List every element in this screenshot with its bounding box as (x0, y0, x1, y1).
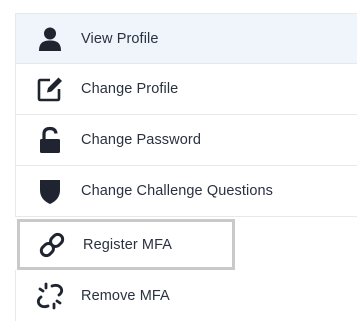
menu-item-change-challenge-questions[interactable]: Change Challenge Questions (15, 166, 357, 217)
menu-item-label: Change Profile (81, 81, 179, 97)
menu-item-label: Register MFA (83, 236, 173, 253)
menu-item-change-password[interactable]: Change Password (15, 115, 357, 166)
menu-item-change-profile[interactable]: Change Profile (15, 64, 357, 115)
edit-icon (36, 75, 64, 103)
menu-item-remove-mfa[interactable]: Remove MFA (15, 270, 357, 321)
menu-item-register-mfa[interactable]: Register MFA (17, 219, 235, 270)
link-icon (38, 231, 66, 259)
unlock-icon (36, 126, 64, 154)
menu-item-label: Change Password (81, 132, 201, 148)
menu-item-label: View Profile (81, 30, 159, 47)
menu-item-label: Remove MFA (81, 287, 170, 304)
menu-item-label: Change Challenge Questions (81, 183, 274, 199)
shield-icon (36, 177, 64, 205)
menu-item-view-profile[interactable]: View Profile (15, 13, 357, 64)
account-menu: View Profile Change Profile Change Passw… (0, 0, 357, 321)
broken-link-icon (36, 282, 64, 310)
user-icon (36, 25, 64, 53)
